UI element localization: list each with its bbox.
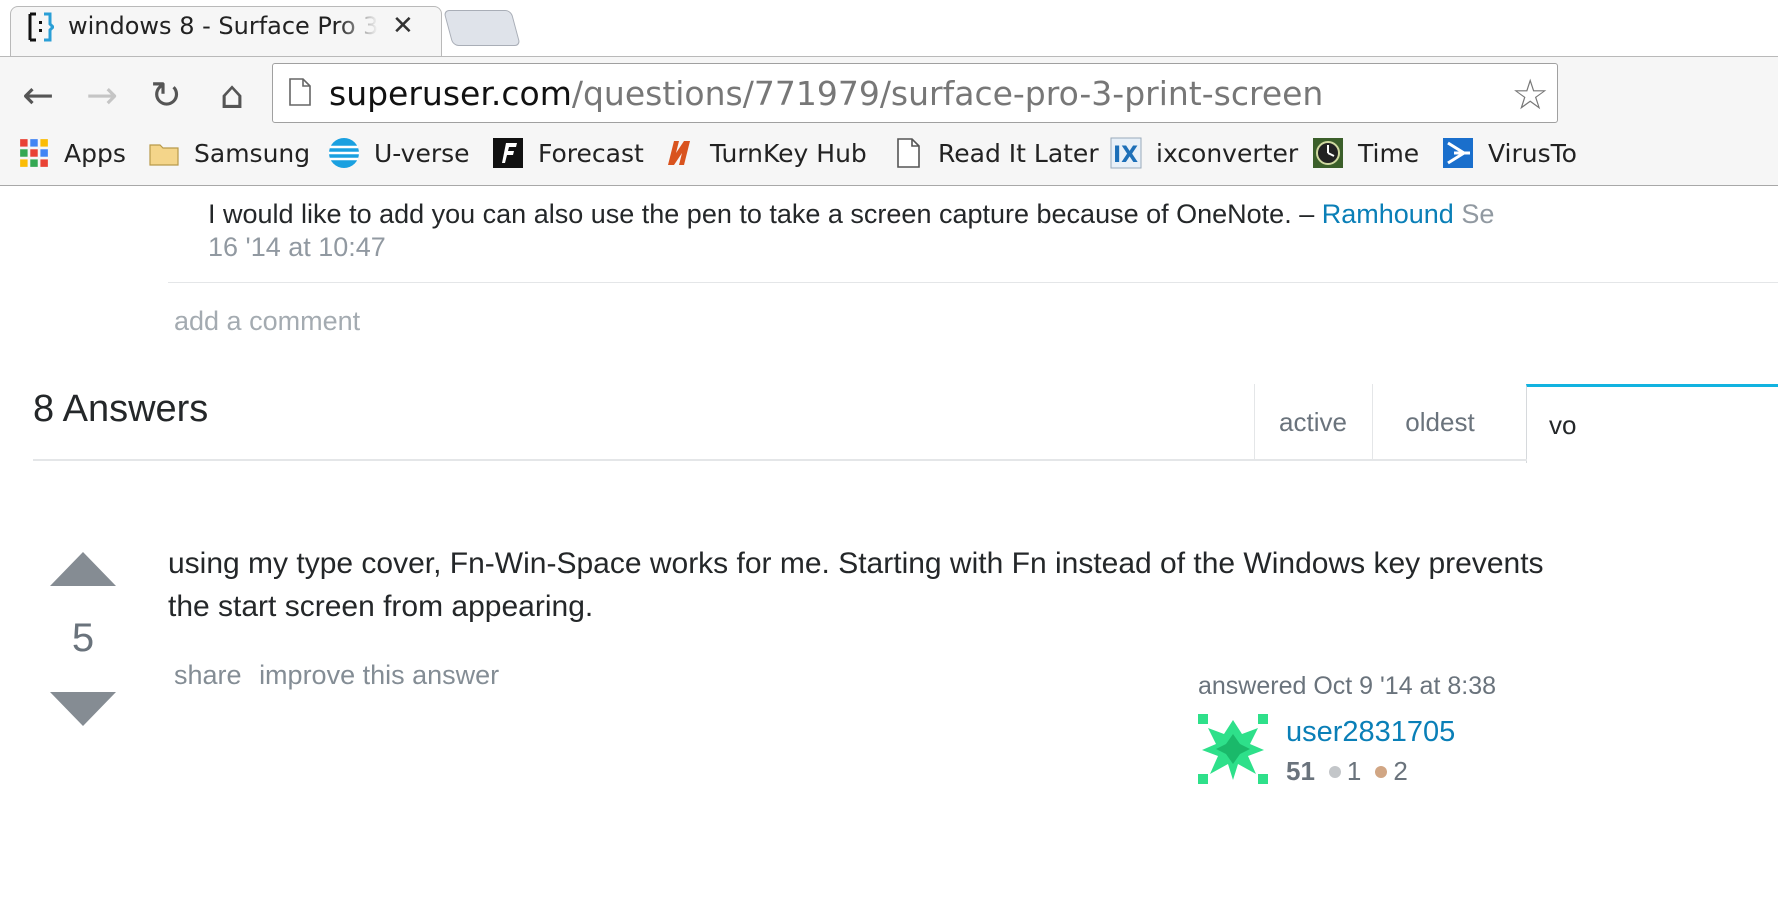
answer-sort-tabs: active oldest vo xyxy=(1254,384,1778,463)
att-globe-icon xyxy=(329,138,359,168)
page-icon xyxy=(289,78,311,106)
back-arrow-icon[interactable]: ← xyxy=(18,75,58,115)
post-menu: share improve this answer xyxy=(174,660,509,691)
vote-down-arrow-icon[interactable] xyxy=(50,692,116,726)
superuser-icon xyxy=(28,12,54,42)
bookmark-samsung[interactable]: Samsung xyxy=(148,135,310,171)
bookmark-forecast[interactable]: Forecast xyxy=(492,135,644,171)
bookmark-read-it-later[interactable]: Read It Later xyxy=(892,135,1099,171)
sort-tab-active[interactable]: active xyxy=(1254,384,1371,460)
comment-text: I would like to add you can also use the… xyxy=(208,196,1494,232)
silver-badge-icon xyxy=(1328,765,1341,778)
new-tab-button[interactable] xyxy=(443,10,521,46)
folder-icon xyxy=(149,144,179,166)
tab-title: windows 8 - Surface Pro 3 xyxy=(68,12,378,40)
bookmark-virustotal[interactable]: VirusTo xyxy=(1442,135,1577,171)
answer-user-link[interactable]: user2831705 xyxy=(1286,716,1455,749)
bronze-badge-count: 2 xyxy=(1393,756,1408,786)
add-comment-link[interactable]: add a comment xyxy=(174,306,360,337)
address-bar[interactable]: superuser.com/questions/771979/surface-p… xyxy=(272,63,1558,123)
browser-toolbar: ← → ↻ ⌂ superuser.com/questions/771979/s… xyxy=(0,56,1778,186)
virustotal-icon xyxy=(1443,138,1473,168)
bookmark-uverse[interactable]: U-verse xyxy=(328,135,470,171)
bookmark-label: Samsung xyxy=(194,138,311,168)
sort-tab-votes[interactable]: vo xyxy=(1526,384,1778,463)
bookmark-apps[interactable]: Apps xyxy=(18,135,126,171)
bookmark-label: VirusTo xyxy=(1488,138,1577,168)
bronze-badge-icon xyxy=(1375,765,1388,778)
tab-strip: windows 8 - Surface Pro 3 ✕ xyxy=(0,0,1778,57)
bookmark-label: Read It Later xyxy=(938,138,1099,168)
comment-user-link[interactable]: Ramhound xyxy=(1322,199,1454,229)
page-icon xyxy=(897,138,920,168)
sort-tab-oldest[interactable]: oldest xyxy=(1372,384,1507,460)
comment-date-continued[interactable]: 16 '14 at 10:47 xyxy=(208,232,386,263)
turnkey-icon xyxy=(668,141,690,165)
answered-timestamp[interactable]: answered Oct 9 '14 at 8:38 xyxy=(1198,672,1496,701)
forecast-f-icon xyxy=(493,138,523,168)
reputation-score: 51 xyxy=(1286,756,1315,786)
bookmark-star-icon[interactable]: ☆ xyxy=(1511,70,1549,119)
divider xyxy=(168,282,1778,283)
url-host: superuser.com xyxy=(329,74,572,113)
comment-date[interactable]: Se xyxy=(1454,199,1494,229)
bookmark-label: Forecast xyxy=(538,138,644,168)
bookmark-label: Apps xyxy=(64,138,126,168)
forward-arrow-icon[interactable]: → xyxy=(82,75,122,115)
time-icon xyxy=(1313,138,1343,168)
ix-icon: IX xyxy=(1110,137,1142,169)
comment-body: I would like to add you can also use the… xyxy=(208,199,1322,229)
avatar[interactable] xyxy=(1198,714,1268,784)
bookmark-ixconverter[interactable]: IX ixconverter xyxy=(1110,135,1298,171)
vote-count: 5 xyxy=(71,616,95,660)
user-reputation: 51 1 2 xyxy=(1286,756,1408,787)
silver-badge-count: 1 xyxy=(1346,756,1362,786)
bookmarks-bar: Apps Samsung U-verse Forecast TurnKey Hu… xyxy=(0,129,1778,179)
share-link[interactable]: share xyxy=(174,660,242,690)
improve-answer-link[interactable]: improve this answer xyxy=(259,660,499,690)
bookmark-label: U-verse xyxy=(374,138,470,168)
vote-up-arrow-icon[interactable] xyxy=(50,552,116,586)
bookmark-label: ixconverter xyxy=(1156,138,1299,168)
bookmark-label: Time xyxy=(1358,138,1420,168)
answers-count-heading: 8 Answers xyxy=(33,388,209,430)
url-text[interactable]: superuser.com/questions/771979/surface-p… xyxy=(329,74,1323,113)
bookmark-label: TurnKey Hub xyxy=(710,138,867,168)
close-tab-icon[interactable]: ✕ xyxy=(392,10,414,41)
bookmark-turnkey[interactable]: TurnKey Hub xyxy=(664,135,867,171)
apps-grid-icon xyxy=(20,139,48,167)
svg-text:IX: IX xyxy=(1113,143,1138,168)
bookmark-time[interactable]: Time xyxy=(1312,135,1419,171)
url-path: /questions/771979/surface-pro-3-print-sc… xyxy=(571,74,1324,113)
answer-body: using my type cover, Fn-Win-Space works … xyxy=(168,547,1544,623)
home-icon[interactable]: ⌂ xyxy=(212,75,252,115)
reload-icon[interactable]: ↻ xyxy=(146,75,186,115)
answers-header-divider xyxy=(33,459,1527,461)
